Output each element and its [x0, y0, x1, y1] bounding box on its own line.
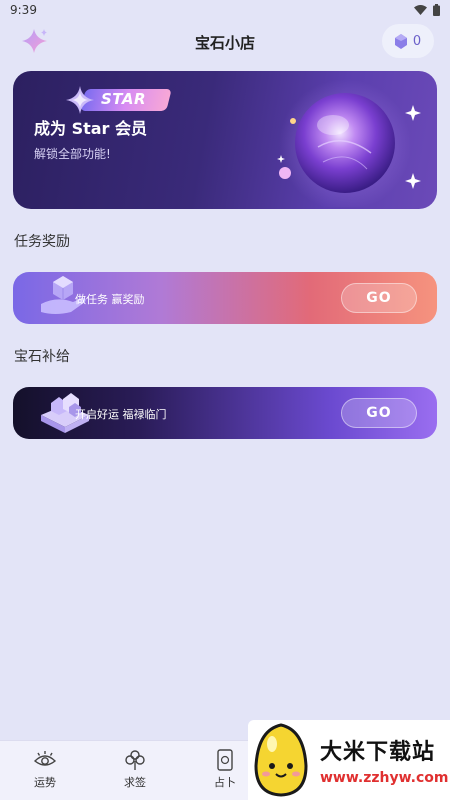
crystal-orb-illustration — [277, 79, 421, 207]
watermark-title: 大米下载站 — [320, 740, 436, 765]
nav-label-fortune: 运势 — [34, 776, 56, 789]
sparkle-icon — [66, 86, 94, 114]
watermark: 大米下载站 www.zzhyw.com — [248, 720, 450, 800]
banner-title: 成为 Star 会员 — [34, 119, 148, 138]
status-bar: 9:39 — [0, 0, 450, 20]
nav-label-lot: 求签 — [124, 776, 146, 789]
gem-count: 0 — [412, 33, 422, 49]
status-time: 9:39 — [10, 3, 37, 17]
gem-balance-button[interactable]: 0 — [382, 24, 434, 58]
nav-item-divination[interactable]: 占卜 — [195, 749, 255, 799]
battery-icon — [433, 4, 440, 16]
gem-supply-card[interactable]: 开启好运 福禄临门 GO — [13, 387, 437, 439]
section-title-tasks: 任务奖励 — [14, 234, 70, 250]
nav-label-divination: 占卜 — [214, 776, 236, 789]
wifi-icon — [414, 5, 427, 15]
task-reward-card[interactable]: 做任务 赢奖励 GO — [13, 272, 437, 324]
gem-go-button[interactable]: GO — [341, 398, 417, 428]
watermark-url: www.zzhyw.com — [320, 770, 449, 786]
gem-card-text: 开启好运 福禄临门 — [75, 408, 167, 421]
gem-icon — [394, 33, 407, 49]
egg-mascot-logo — [254, 723, 308, 797]
page-title: 宝石小店 — [194, 33, 255, 52]
star-badge-label: STAR — [101, 90, 147, 108]
clover-icon — [125, 750, 145, 770]
eye-icon — [33, 751, 57, 766]
star-badge: STAR — [61, 86, 172, 114]
sparkle-logo-icon[interactable] — [20, 26, 50, 56]
star-membership-banner[interactable]: STAR 成为 Star 会员 解锁全部功能! — [13, 71, 437, 209]
task-go-button[interactable]: GO — [341, 283, 417, 313]
task-card-text: 做任务 赢奖励 — [75, 293, 145, 306]
section-title-gems: 宝石补给 — [14, 349, 70, 365]
tarot-card-icon — [217, 749, 233, 771]
nav-item-fortune[interactable]: 运势 — [15, 749, 75, 799]
nav-item-lot[interactable]: 求签 — [105, 749, 165, 799]
header: 宝石小店 0 — [0, 22, 450, 62]
banner-subtitle: 解锁全部功能! — [34, 147, 111, 161]
